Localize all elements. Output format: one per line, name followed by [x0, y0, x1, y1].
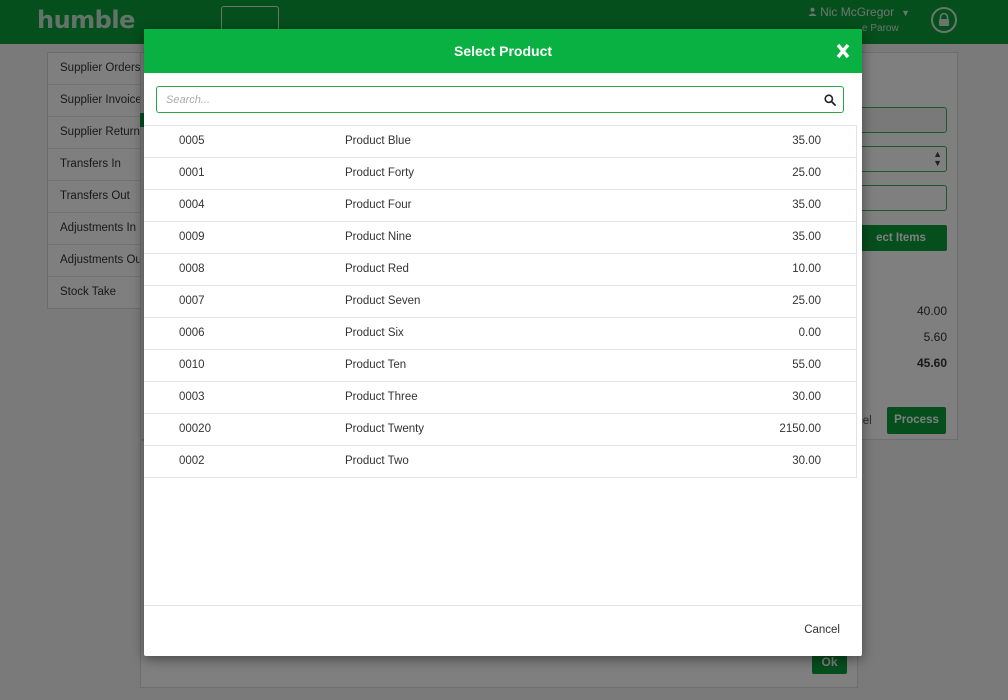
product-price: 55.00: [792, 359, 821, 371]
product-name: Product Ten: [345, 359, 407, 371]
modal-footer: Cancel: [144, 605, 862, 656]
search-input[interactable]: [157, 87, 817, 112]
product-row[interactable]: 0002 Product Two 30.00: [144, 446, 856, 477]
product-price: 25.00: [792, 167, 821, 179]
product-price: 35.00: [792, 135, 821, 147]
product-row[interactable]: 0001 Product Forty 25.00: [144, 158, 856, 190]
product-code: 0004: [179, 199, 205, 211]
modal-header: Select Product: [144, 29, 862, 73]
product-row[interactable]: 0008 Product Red 10.00: [144, 254, 856, 286]
search-icon[interactable]: [824, 94, 836, 106]
search-box: [156, 86, 844, 113]
close-icon[interactable]: [836, 42, 850, 60]
product-name: Product Red: [345, 263, 409, 275]
product-code: 0010: [179, 359, 205, 371]
product-code: 0001: [179, 167, 205, 179]
product-name: Product Nine: [345, 231, 412, 243]
product-price: 0.00: [798, 327, 821, 339]
product-name: Product Six: [345, 327, 404, 339]
product-name: Product Three: [345, 391, 418, 403]
product-name: Product Blue: [345, 135, 411, 147]
product-row[interactable]: 0004 Product Four 35.00: [144, 190, 856, 222]
product-code: 00020: [179, 423, 211, 435]
product-name: Product Seven: [345, 295, 421, 307]
modal-title: Select Product: [453, 43, 553, 59]
product-code: 0009: [179, 231, 205, 243]
product-row[interactable]: 0006 Product Six 0.00: [144, 318, 856, 350]
cancel-button[interactable]: Cancel: [804, 624, 840, 636]
product-list: 0005 Product Blue 35.00 0001 Product For…: [144, 125, 857, 478]
select-product-modal: Select Product 0005 Product Blue 35.00 0…: [144, 29, 862, 656]
product-code: 0007: [179, 295, 205, 307]
product-name: Product Twenty: [345, 423, 425, 435]
product-row[interactable]: 0009 Product Nine 35.00: [144, 222, 856, 254]
product-row[interactable]: 0003 Product Three 30.00: [144, 382, 856, 414]
product-code: 0002: [179, 455, 205, 467]
product-name: Product Two: [345, 455, 409, 467]
product-price: 2150.00: [779, 423, 821, 435]
product-row[interactable]: 00020 Product Twenty 2150.00: [144, 414, 856, 446]
product-price: 30.00: [792, 391, 821, 403]
product-row[interactable]: 0007 Product Seven 25.00: [144, 286, 856, 318]
product-price: 35.00: [792, 199, 821, 211]
product-name: Product Four: [345, 199, 412, 211]
product-code: 0006: [179, 327, 205, 339]
product-code: 0005: [179, 135, 205, 147]
product-price: 35.00: [792, 231, 821, 243]
product-price: 10.00: [792, 263, 821, 275]
product-code: 0008: [179, 263, 205, 275]
product-code: 0003: [179, 391, 205, 403]
product-row[interactable]: 0010 Product Ten 55.00: [144, 350, 856, 382]
product-price: 30.00: [792, 455, 821, 467]
product-name: Product Forty: [345, 167, 415, 179]
product-price: 25.00: [792, 295, 821, 307]
product-row[interactable]: 0005 Product Blue 35.00: [144, 126, 856, 158]
